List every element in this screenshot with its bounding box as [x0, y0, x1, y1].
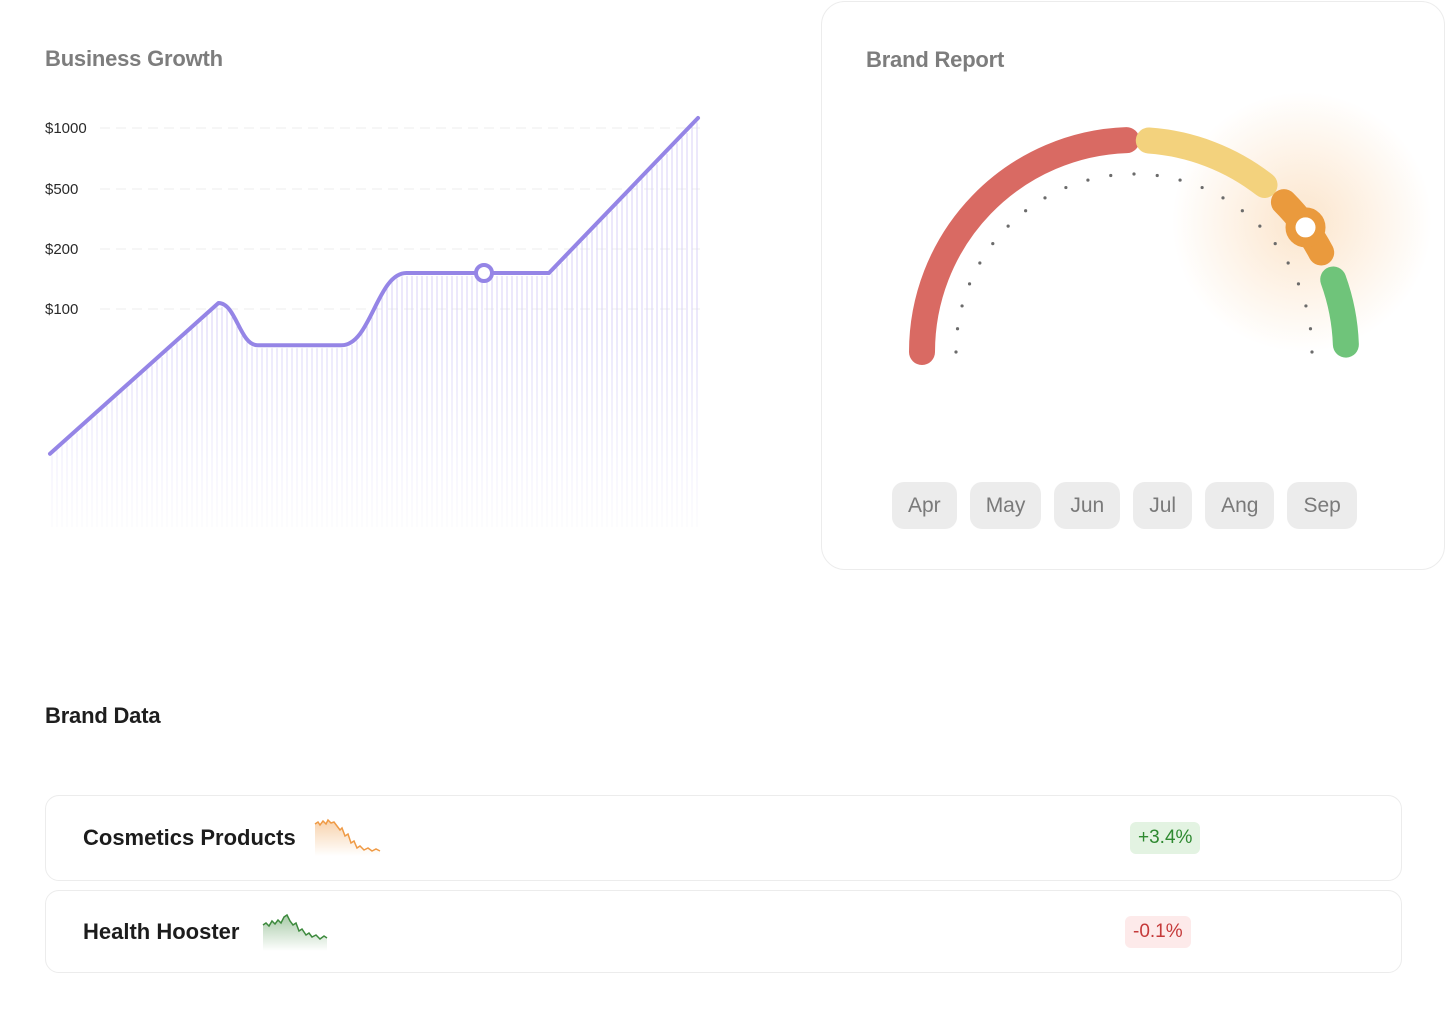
- brand-name: Health Hooster: [83, 918, 240, 944]
- gauge-dot: [1310, 350, 1314, 354]
- gauge-dot: [954, 350, 958, 354]
- month-selector: Apr May Jun Jul Ang Sep: [892, 482, 1357, 529]
- gauge-dot: [1006, 224, 1010, 228]
- gauge-dot: [1221, 196, 1225, 200]
- gauge-dot: [991, 242, 995, 246]
- brand-row-health-hooster[interactable]: Health Hooster -0.1%: [45, 890, 1402, 973]
- gauge-segment-green: [1320, 266, 1359, 358]
- brand-row-cosmetics[interactable]: Cosmetics Products +3.4%: [45, 795, 1402, 881]
- y-tick-label: $1000: [45, 120, 87, 137]
- y-axis-tick-labels: $1000 $500 $200 $100: [45, 120, 87, 318]
- gauge-dot: [1043, 196, 1047, 200]
- y-tick-label: $100: [45, 301, 78, 318]
- sparkline-chart: [314, 818, 381, 856]
- gauge-dot: [1200, 185, 1204, 190]
- gauge-indicator-knob[interactable]: [1285, 207, 1326, 248]
- y-tick-label: $500: [45, 181, 78, 198]
- brand-report-gauge: [909, 92, 1432, 365]
- gauge-dot: [1109, 173, 1113, 178]
- sparkline-area: [263, 915, 327, 951]
- sparkline-chart: [262, 913, 328, 951]
- change-badge-positive: +3.4%: [1130, 822, 1201, 854]
- brand-name: Cosmetics Products: [83, 825, 296, 850]
- gauge-dot: [1308, 327, 1313, 331]
- gauge-dot: [978, 261, 982, 265]
- highlight-point-marker[interactable]: [474, 263, 494, 283]
- y-tick-label: $200: [45, 241, 78, 258]
- month-chip-may[interactable]: May: [969, 482, 1042, 529]
- business-growth-chart: $1000 $500 $200 $100: [40, 116, 720, 530]
- gauge-dot: [1286, 261, 1290, 265]
- gauge-segment-red: [909, 127, 1140, 365]
- gauge-dot: [1132, 172, 1136, 176]
- gauge-dot: [1240, 209, 1244, 213]
- gauge-dot: [1064, 185, 1068, 190]
- gauge-dot: [955, 327, 960, 331]
- gauge-dot: [1086, 178, 1090, 182]
- area-fade-overlay: [40, 330, 720, 530]
- grid-lines: [100, 127, 700, 310]
- month-chip-jul[interactable]: Jul: [1133, 482, 1193, 529]
- month-chip-sep[interactable]: Sep: [1287, 482, 1357, 529]
- month-chip-jun[interactable]: Jun: [1054, 482, 1121, 529]
- gauge-dot: [1304, 304, 1308, 308]
- gauge-dot: [967, 282, 972, 286]
- gauge-dot: [1024, 209, 1028, 213]
- brand-data-title: Brand Data: [45, 703, 161, 728]
- gauge-dot: [1155, 173, 1159, 178]
- change-badge-negative: -0.1%: [1125, 915, 1191, 948]
- gauge-dot: [1178, 178, 1182, 182]
- gauge-dot: [1296, 282, 1301, 286]
- gauge-dot: [960, 304, 964, 308]
- month-chip-aug[interactable]: Ang: [1205, 482, 1275, 529]
- month-chip-apr[interactable]: Apr: [892, 482, 957, 529]
- business-growth-title: Business Growth: [45, 46, 223, 71]
- brand-report-card: Brand Report Apr May Jun Jul Ang Sep: [821, 1, 1445, 570]
- gauge-dot: [1258, 224, 1262, 228]
- gauge-dot: [1273, 242, 1277, 246]
